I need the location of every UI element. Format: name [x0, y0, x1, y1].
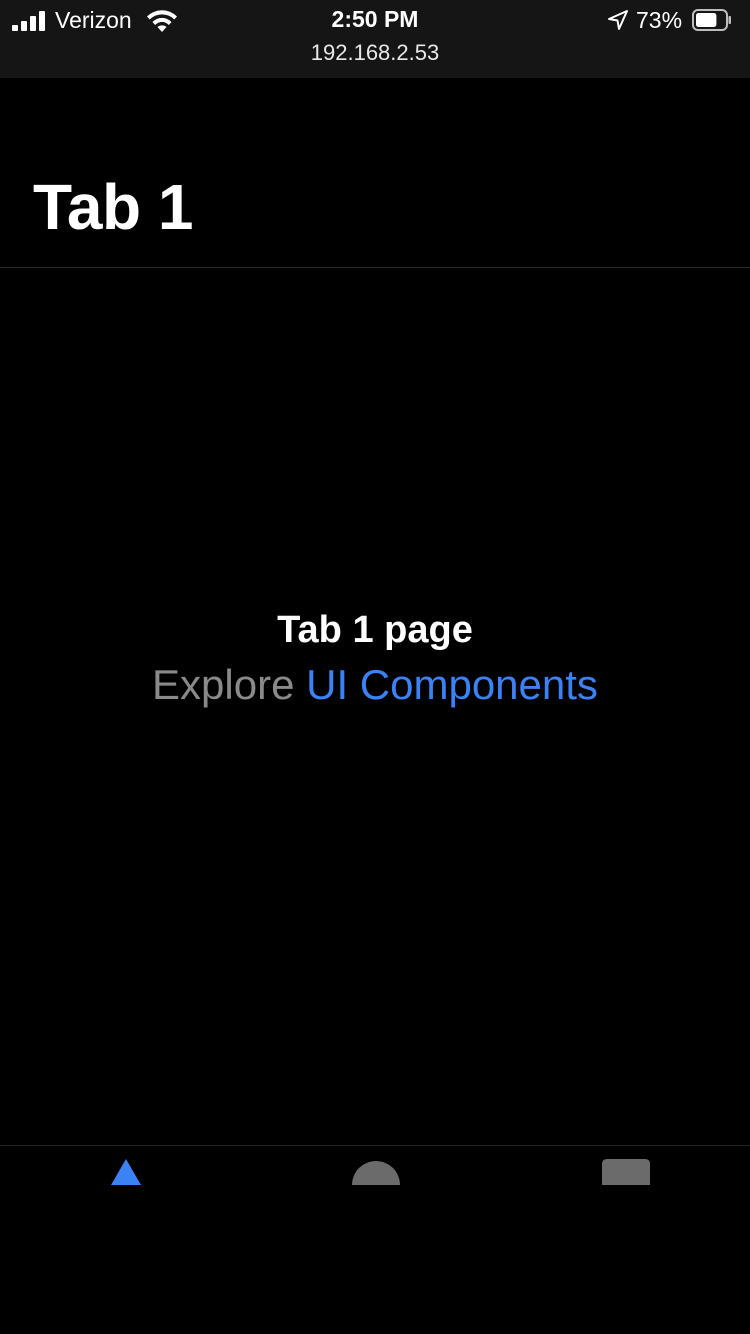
browser-url[interactable]: 192.168.2.53: [0, 40, 750, 66]
tab-bar: [0, 1145, 750, 1334]
page-heading: Tab 1 page: [277, 609, 473, 651]
triangle-icon: [111, 1159, 141, 1185]
status-bar: Verizon 2:50 PM 192.168.2.53 73%: [0, 0, 750, 78]
explore-line: Explore UI Components: [0, 660, 750, 710]
location-arrow-icon: [608, 10, 628, 30]
page-title: Tab 1: [33, 171, 193, 243]
tab-1[interactable]: [0, 1146, 250, 1206]
square-icon: [602, 1159, 650, 1185]
center-container: Tab 1 page Explore UI Components: [0, 608, 750, 710]
ui-components-link[interactable]: UI Components: [306, 661, 598, 708]
tab-2[interactable]: [250, 1146, 500, 1206]
battery-icon: [692, 9, 731, 31]
explore-text: Explore: [152, 660, 295, 708]
ellipse-icon: [352, 1161, 400, 1185]
battery-percent: 73%: [636, 7, 683, 33]
app-screen: Verizon 2:50 PM 192.168.2.53 73% Tab 1 T…: [0, 0, 750, 1334]
page-header: Tab 1: [0, 78, 750, 268]
tab-3[interactable]: [500, 1146, 750, 1206]
main-content: Tab 1 page Explore UI Components: [0, 268, 750, 1145]
